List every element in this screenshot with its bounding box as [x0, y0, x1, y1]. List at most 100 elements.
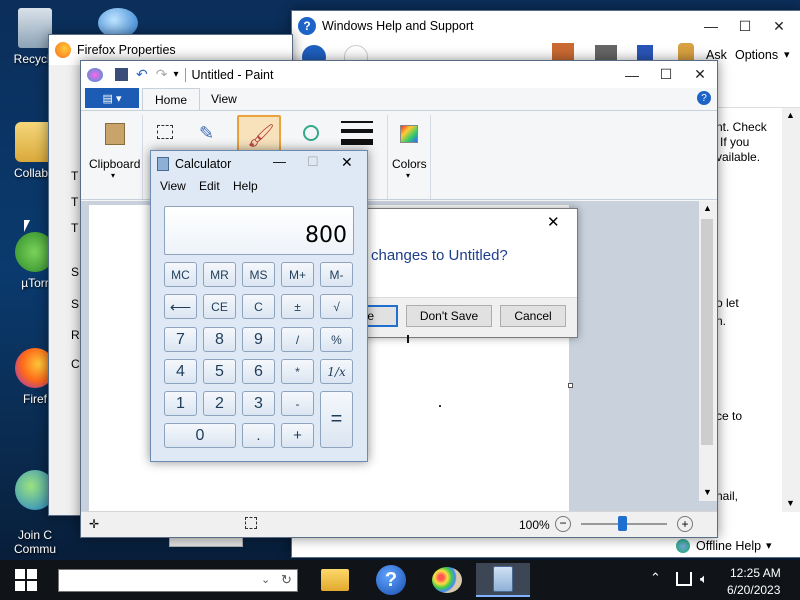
- start-button[interactable]: [0, 560, 52, 600]
- tab-home[interactable]: Home: [142, 88, 201, 110]
- ffp-field-label: S: [71, 265, 80, 279]
- refresh-icon[interactable]: ↻: [281, 572, 292, 588]
- options-label[interactable]: Options: [735, 48, 778, 62]
- key-3[interactable]: 3: [242, 391, 275, 416]
- key-6[interactable]: 6: [242, 359, 275, 384]
- windows-logo-icon: [15, 569, 37, 591]
- tab-view[interactable]: View: [199, 88, 249, 110]
- maximize-button[interactable]: ☐: [307, 154, 319, 170]
- key-sqrt[interactable]: √: [320, 294, 353, 319]
- taskbar-help[interactable]: ?: [372, 563, 410, 597]
- menu-help[interactable]: Help: [233, 179, 258, 193]
- key-mr[interactable]: MR: [203, 262, 236, 287]
- folder-icon: [321, 569, 349, 591]
- minimize-button[interactable]: —: [273, 154, 286, 169]
- tools-button[interactable]: ✎: [193, 117, 229, 153]
- clipboard-label: Clipboard: [89, 157, 141, 171]
- key-1[interactable]: 1: [164, 391, 197, 416]
- key-7[interactable]: 7: [164, 327, 197, 352]
- key-divide[interactable]: /: [281, 327, 314, 352]
- maximize-button[interactable]: ☐: [728, 11, 762, 41]
- menu-edit[interactable]: Edit: [199, 179, 220, 193]
- redo-icon[interactable]: ↷: [156, 66, 168, 83]
- zoom-in-button[interactable]: +: [677, 516, 693, 532]
- taskbar-paint[interactable]: [428, 563, 466, 597]
- key-ce[interactable]: CE: [203, 294, 236, 319]
- close-button[interactable]: ✕: [683, 61, 717, 88]
- chevron-down-icon: ▾: [111, 171, 116, 180]
- tray-chevron-up-icon[interactable]: ⌃: [650, 570, 661, 586]
- minimize-button[interactable]: —: [694, 11, 728, 41]
- close-button[interactable]: ✕: [762, 11, 796, 41]
- desktop-icon-label: Join C Commu: [13, 528, 56, 556]
- clipboard-group[interactable]: Clipboard ▾: [87, 115, 143, 199]
- key-m-minus[interactable]: M-: [320, 262, 353, 287]
- clock-time[interactable]: 12:25 AM: [730, 566, 781, 580]
- key-m-plus[interactable]: M+: [281, 262, 314, 287]
- key-2[interactable]: 2: [203, 391, 236, 416]
- paint-title: Untitled - Paint: [191, 67, 274, 82]
- taskbar-search-input[interactable]: ⌄ ↻: [58, 569, 298, 592]
- close-button[interactable]: ✕: [547, 213, 560, 231]
- volume-muted-icon[interactable]: 🔈︎: [700, 571, 708, 587]
- key-backspace[interactable]: ⟵: [164, 294, 197, 319]
- key-subtract[interactable]: -: [281, 391, 314, 416]
- taskbar-calculator[interactable]: [476, 563, 530, 597]
- mouse-cursor: [24, 220, 30, 232]
- close-button[interactable]: ✕: [341, 154, 353, 171]
- help-line: nail,: [716, 489, 739, 503]
- select-tool[interactable]: [149, 117, 183, 153]
- save-icon[interactable]: [115, 68, 128, 81]
- position-icon: ✛: [89, 517, 100, 531]
- key-c[interactable]: C: [242, 294, 275, 319]
- key-8[interactable]: 8: [203, 327, 236, 352]
- cancel-button[interactable]: Cancel: [500, 305, 566, 327]
- help-icon[interactable]: ?: [697, 91, 711, 105]
- firefox-icon: [55, 42, 71, 58]
- key-decimal[interactable]: .: [242, 423, 275, 448]
- key-ms[interactable]: MS: [242, 262, 275, 287]
- chevron-down-icon: ▾: [784, 49, 790, 61]
- key-plus-minus[interactable]: ±: [281, 294, 314, 319]
- menu-view[interactable]: View: [160, 179, 186, 193]
- paint-app-icon: [87, 67, 103, 82]
- offline-help-button[interactable]: Offline Help: [696, 539, 761, 553]
- maximize-button[interactable]: ☐: [649, 61, 683, 88]
- help-icon: ?: [376, 565, 406, 595]
- undo-icon[interactable]: ↶: [136, 66, 148, 83]
- zoom-out-button[interactable]: −: [555, 516, 571, 532]
- key-percent[interactable]: %: [320, 327, 353, 352]
- calc-title-bar[interactable]: Calculator — ☐ ✕: [151, 151, 367, 175]
- colors-group[interactable]: Colors ▾: [387, 115, 431, 199]
- key-5[interactable]: 5: [203, 359, 236, 384]
- ffp-tab-letter: T: [71, 221, 79, 235]
- key-9[interactable]: 9: [242, 327, 275, 352]
- calc-menu-bar: View Edit Help: [151, 177, 367, 195]
- key-4[interactable]: 4: [164, 359, 197, 384]
- offline-help-icon: [676, 539, 690, 553]
- help-line: ce to: [716, 409, 743, 423]
- canvas-resize-handle[interactable]: [568, 383, 573, 388]
- brush-icon: 🖌: [247, 123, 275, 148]
- paint-file-menu-button[interactable]: ▤ ▾: [85, 88, 139, 108]
- calculator-icon: [493, 566, 513, 592]
- key-add[interactable]: +: [281, 423, 314, 448]
- help-line: If you: [720, 135, 750, 149]
- shapes-button[interactable]: [295, 117, 329, 153]
- clock-date[interactable]: 6/20/2023: [727, 583, 780, 597]
- chevron-down-icon[interactable]: ▾: [173, 69, 178, 80]
- taskbar-file-explorer[interactable]: [316, 563, 354, 597]
- key-0[interactable]: 0: [164, 423, 236, 448]
- network-icon[interactable]: [676, 572, 692, 586]
- vertical-scrollbar[interactable]: ▲ ▼: [699, 201, 717, 501]
- chevron-down-icon[interactable]: ⌄: [261, 573, 270, 586]
- minimize-button[interactable]: —: [615, 61, 649, 88]
- dont-save-button[interactable]: Don't Save: [406, 305, 492, 327]
- help-scrollbar[interactable]: ▲ ▼: [782, 108, 800, 512]
- key-mc[interactable]: MC: [164, 262, 197, 287]
- key-reciprocal[interactable]: 1/x: [320, 359, 353, 384]
- zoom-slider-thumb[interactable]: [618, 516, 627, 531]
- key-multiply[interactable]: *: [281, 359, 314, 384]
- key-equals[interactable]: =: [320, 391, 353, 448]
- brushes-icon: ✎: [199, 123, 215, 143]
